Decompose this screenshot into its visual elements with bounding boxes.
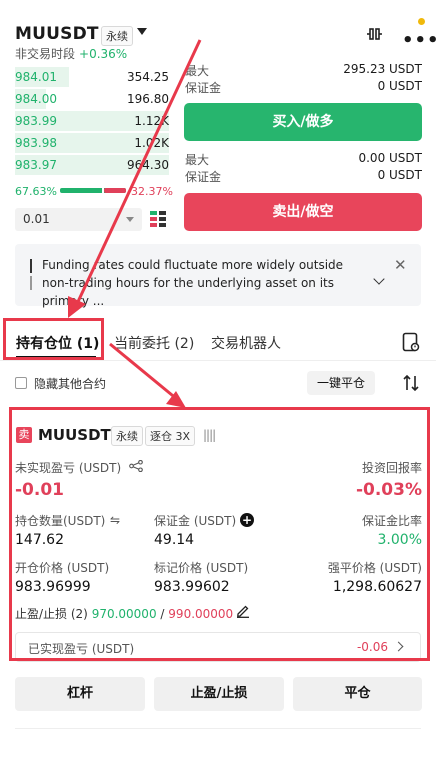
bid-price: 983.98 [15,136,57,150]
ratio-bar-divider [102,188,104,193]
sell-max-label: 最大 [185,153,210,167]
bid-qty: 1.02K [134,136,169,150]
sell-margin-value: 0 USDT [377,168,422,182]
close-position-button[interactable]: 平仓 [293,677,422,711]
orderbook-row[interactable]: 983.99 1.12K [15,110,169,132]
tpsl-button[interactable]: 止盈/止损 [154,677,284,711]
bottom-divider [15,728,421,729]
notification-dot [418,18,425,25]
sell-ratio-bar [104,188,126,193]
order-history-icon[interactable] [402,332,420,352]
sort-icon[interactable] [402,374,420,392]
orderbook-row[interactable]: 983.98 1.02K [15,132,169,154]
buy-max-label: 最大 [185,64,210,78]
buy-ratio: 67.63% [15,185,57,198]
notice-indicator [30,276,32,290]
candlestick-chart-icon[interactable] [365,26,383,42]
orderbook-row[interactable]: 984.01 354.25 [15,66,169,88]
arrow-head [166,391,186,408]
bid-qty: 964.30 [127,158,169,172]
orderbook-layout-icon[interactable] [149,210,167,228]
chevron-down-icon[interactable] [137,28,147,35]
highlight-box-tab [3,318,104,360]
orderbook-row[interactable]: 984.00 196.80 [15,88,169,110]
hide-other-checkbox[interactable] [15,377,27,389]
sell-short-button[interactable]: 卖出/做空 [184,193,422,231]
buy-long-button[interactable]: 买入/做多 [184,103,422,141]
sell-margin-label: 保证金 [185,170,222,184]
precision-value: 0.01 [23,212,50,226]
bid-price: 984.01 [15,70,57,84]
contract-type-badge: 永续 [101,26,133,46]
chevron-down-icon [126,217,134,222]
sell-max-value: 0.00 USDT [358,151,422,165]
leverage-button[interactable]: 杠杆 [15,677,145,711]
more-icon[interactable]: ••• [402,30,436,51]
notice-text: Funding rates could fluctuate more widel… [42,258,344,308]
price-change: +0.36% [79,47,128,61]
market-status: 非交易时段 +0.36% [15,45,127,62]
bid-qty: 196.80 [127,92,169,106]
session-status: 非交易时段 [15,47,76,61]
tab-trading-bots[interactable]: 交易机器人 [211,333,281,353]
bid-price: 983.99 [15,114,57,128]
bid-qty: 1.12K [134,114,169,128]
bid-price: 983.97 [15,158,57,172]
buy-margin-value: 0 USDT [377,79,422,93]
close-all-button[interactable]: 一键平仓 [307,371,375,395]
sell-ratio: 32.37% [131,185,173,198]
orderbook-row[interactable]: 983.97 964.30 [15,154,169,176]
tab-open-orders[interactable]: 当前委托 (2) [114,333,194,353]
bid-price: 984.00 [15,92,57,106]
buy-margin-label: 保证金 [185,81,222,95]
buy-max-value: 295.23 USDT [343,62,422,76]
close-icon[interactable]: ✕ [394,256,407,274]
notice-indicator [30,259,32,273]
tabs-divider [0,360,436,361]
hide-other-label: 隐藏其他合约 [34,377,107,391]
highlight-box-position [9,407,430,661]
precision-select[interactable]: 0.01 [15,208,142,231]
symbol-title[interactable]: MUUSDT [15,24,99,44]
bid-qty: 354.25 [127,70,169,84]
